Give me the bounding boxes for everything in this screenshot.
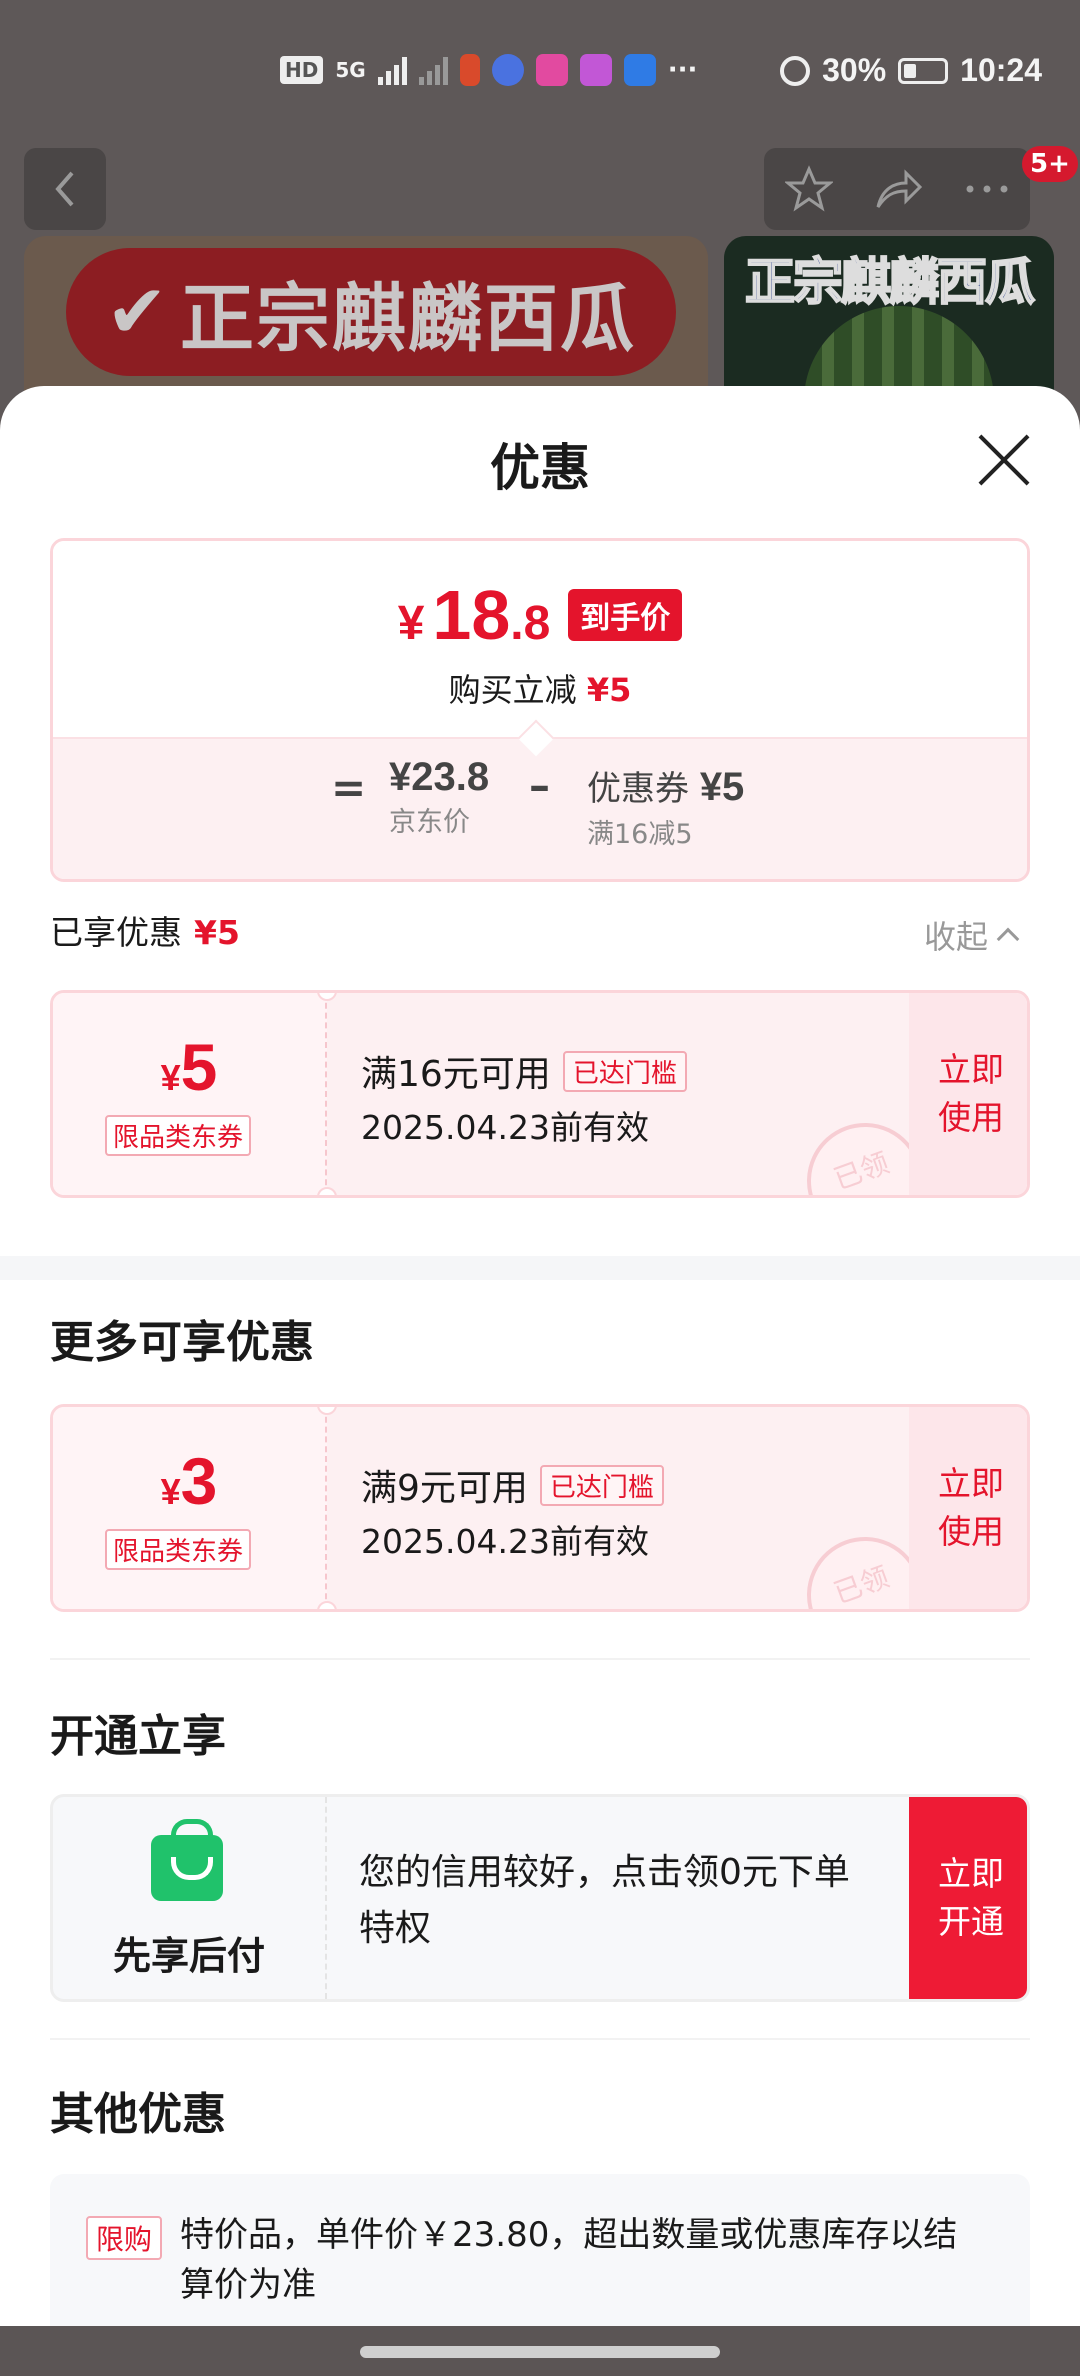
pay-later-brand: 先享后付 <box>53 1797 327 1999</box>
threshold-reached-badge: 已达门槛 <box>539 1464 664 1506</box>
other-discount-card: 限购 特价品，单件价￥23.80，超出数量或优惠库存以结算价为准 <box>50 2174 1030 2326</box>
other-discount-text: 特价品，单件价￥23.80，超出数量或优惠库存以结算价为准 <box>180 2215 958 2305</box>
coupon-deduction-label: 优惠券 <box>587 769 689 809</box>
coupon-currency: ¥ <box>160 1057 181 1098</box>
separator-line <box>50 2038 1030 2040</box>
final-price-integer: 18 <box>432 576 511 654</box>
pay-later-card: 先享后付 您的信用较好，点击领0元下单特权 立即 开通 <box>50 1794 1030 2002</box>
price-summary-top: ¥ 18 .8 到手价 购买立减 ¥5 <box>53 541 1027 737</box>
coupon-deduction: 优惠券 ¥5 满16减5 <box>587 761 744 851</box>
coupon-currency: ¥ <box>160 1471 181 1512</box>
chevron-up-icon <box>996 927 1020 951</box>
coupon-value: ¥3 <box>53 1443 325 1519</box>
discount-sheet: 优惠 ¥ 18 .8 到手价 购买立减 ¥5 = ¥23.8 京东价 – 优惠券… <box>0 386 1080 2326</box>
banner-pill: ✔ 正宗麒麟西瓜 <box>66 248 676 376</box>
enjoyed-label: 已享优惠 <box>50 913 182 952</box>
more-icon[interactable] <box>965 184 1009 194</box>
open-now-button[interactable]: 立即 开通 <box>909 1797 1027 1999</box>
sheet-title: 优惠 <box>490 439 590 497</box>
coupon-value-block: ¥3 限品类东券 <box>53 1407 327 1609</box>
use-coupon-button[interactable]: 立即 使用 <box>909 993 1027 1195</box>
status-icons: HD 5G ··· <box>280 54 697 86</box>
jd-price-label: 京东价 <box>389 807 470 838</box>
share-icon[interactable] <box>874 167 924 211</box>
minus-sign: – <box>529 761 550 810</box>
store-notification-icon <box>623 54 656 86</box>
other-discounts-title: 其他优惠 <box>50 2089 226 2140</box>
top-actions <box>764 148 1030 230</box>
network-type: 5G <box>335 58 366 82</box>
clock: 10:24 <box>960 52 1042 88</box>
battery-percent: 30% <box>822 52 887 88</box>
final-price-decimal: .8 <box>510 597 551 650</box>
status-right: 30% 10:24 <box>780 52 1042 89</box>
use-coupon-button[interactable]: 立即 使用 <box>909 1407 1027 1609</box>
message-count-badge: 5+ <box>1022 146 1078 182</box>
jd-price: ¥23.8 京东价 <box>389 755 489 839</box>
open-enjoy-title: 开通立享 <box>50 1711 226 1762</box>
coupon-kind: 限品类东券 <box>105 1529 252 1570</box>
hd-icon: HD <box>280 56 324 84</box>
more-discounts-title: 更多可享优惠 <box>50 1317 314 1368</box>
alarm-icon <box>780 55 811 86</box>
banner-right-text: 正宗麒麟西瓜 <box>744 252 1036 312</box>
video-notification-icon <box>579 54 612 86</box>
app-notification-icon <box>459 54 480 86</box>
browser-notification-icon <box>491 54 524 86</box>
shop-notification-icon <box>535 54 568 86</box>
coupon-value-block: ¥5 限品类东券 <box>53 993 327 1195</box>
price-breakdown: = ¥23.8 京东价 – 优惠券 ¥5 满16减5 <box>53 737 1027 879</box>
section-divider <box>0 1256 1080 1280</box>
chevron-left-icon <box>55 171 74 207</box>
star-icon[interactable] <box>784 165 833 213</box>
coupon-card-more: ¥3 限品类东券 满9元可用 已达门槛 2025.04.23前有效 已领 立即使… <box>50 1404 1030 1612</box>
limit-purchase-tag: 限购 <box>86 2216 163 2260</box>
shopping-bag-icon <box>151 1819 223 1901</box>
coupon-deduction-line: 优惠券 ¥5 <box>587 761 744 810</box>
more-notifications-icon: ··· <box>667 55 698 85</box>
price-summary-card: ¥ 18 .8 到手价 购买立减 ¥5 = ¥23.8 京东价 – 优惠券 ¥5… <box>50 538 1030 882</box>
coupon-amount: 5 <box>180 1030 218 1104</box>
coupon-value: ¥5 <box>53 1029 325 1105</box>
coupon-condition-line: 满9元可用 已达门槛 <box>361 1459 664 1511</box>
coupon-kind: 限品类东券 <box>105 1115 252 1156</box>
pay-later-name: 先享后付 <box>112 1934 265 1978</box>
final-price-currency: ¥ <box>397 597 425 650</box>
coupon-card-used: ¥5 限品类东券 满16元可用 已达门槛 2025.04.23前有效 已领 立即… <box>50 990 1030 1198</box>
back-button[interactable] <box>24 148 106 230</box>
coupon-deduction-amount: ¥5 <box>699 765 745 809</box>
equals-sign: = <box>331 763 367 812</box>
coupon-info: 满9元可用 已达门槛 2025.04.23前有效 已领 <box>327 1407 940 1609</box>
collapse-button[interactable]: 收起 <box>924 912 1020 958</box>
reduce-amount: ¥5 <box>586 671 632 709</box>
coupon-info: 满16元可用 已达门槛 2025.04.23前有效 已领 <box>327 993 940 1195</box>
reduce-label: 购买立减 <box>448 671 577 709</box>
close-icon[interactable] <box>976 432 1032 488</box>
check-icon: ✔ <box>105 269 170 355</box>
signal-2-icon <box>418 55 448 85</box>
coupon-rule: 满16减5 <box>587 819 693 850</box>
final-price-tag: 到手价 <box>568 589 683 641</box>
signal-icon <box>377 55 407 85</box>
coupon-condition: 满9元可用 <box>361 1468 528 1509</box>
battery-icon <box>898 57 949 84</box>
pay-later-description: 您的信用较好，点击领0元下单特权 <box>359 1852 850 1949</box>
separator-line <box>50 1658 1030 1660</box>
jd-price-value: ¥23.8 <box>389 755 490 799</box>
coupon-validity: 2025.04.23前有效 <box>361 1522 649 1561</box>
final-price: ¥ 18 .8 到手价 <box>53 575 1027 655</box>
coupon-validity: 2025.04.23前有效 <box>361 1108 649 1147</box>
enjoyed-discount: 已享优惠 ¥5 <box>50 906 240 954</box>
collapse-label: 收起 <box>924 918 989 956</box>
banner-left-text: 正宗麒麟西瓜 <box>180 275 636 362</box>
status-bar: HD 5G ··· 30% 10:24 <box>0 0 1080 150</box>
home-gesture-bar[interactable] <box>360 2346 720 2358</box>
coupon-amount: 3 <box>180 1444 218 1518</box>
threshold-reached-badge: 已达门槛 <box>562 1050 687 1092</box>
enjoyed-amount: ¥5 <box>194 913 240 952</box>
coupon-condition-line: 满16元可用 已达门槛 <box>361 1045 687 1097</box>
coupon-condition: 满16元可用 <box>361 1054 551 1095</box>
reduce-line: 购买立减 ¥5 <box>53 665 1027 711</box>
